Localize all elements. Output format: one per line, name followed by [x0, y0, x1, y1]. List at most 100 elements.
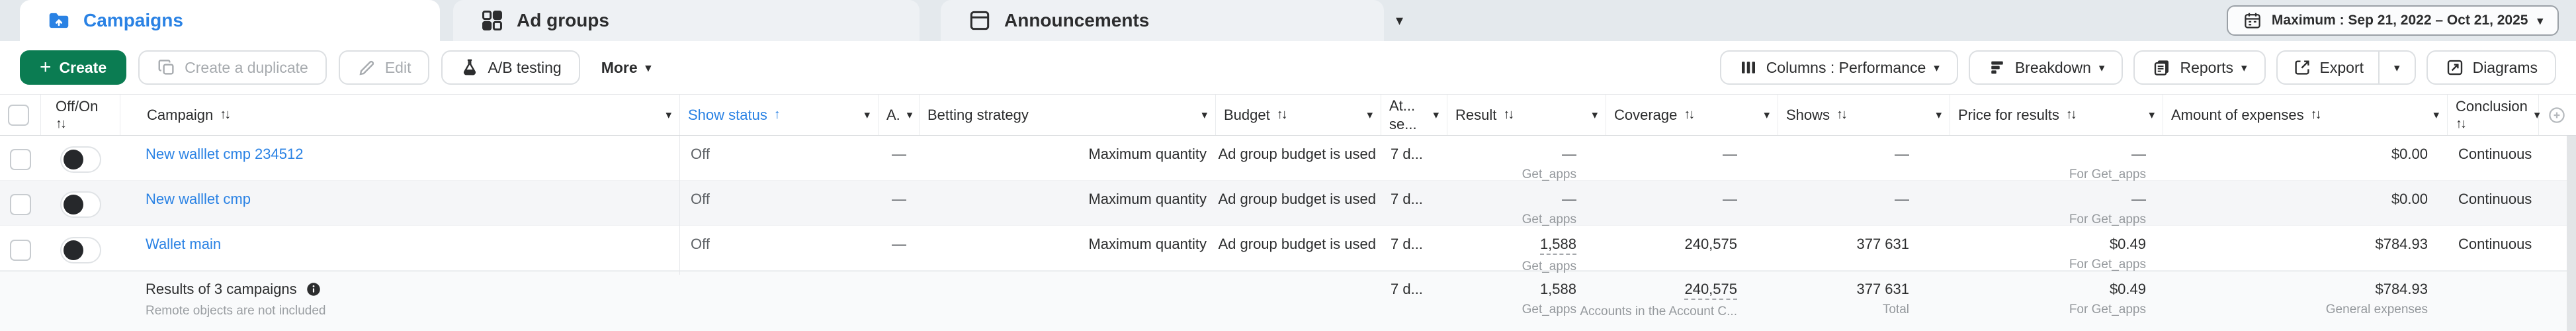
- filter-chevron-down-icon[interactable]: ▾: [1367, 109, 1373, 120]
- toggle-knob: [64, 194, 83, 214]
- column-header-show-status[interactable]: Show status ↑ ▾: [680, 95, 879, 135]
- filter-chevron-down-icon[interactable]: ▾: [907, 109, 913, 120]
- filter-chevron-down-icon[interactable]: ▾: [665, 109, 671, 120]
- column-header-budget[interactable]: Budget ↑↓ ▾: [1216, 95, 1381, 135]
- coverage-value: —: [1723, 191, 1737, 207]
- diagrams-button[interactable]: Diagrams: [2426, 50, 2556, 85]
- reports-button[interactable]: Reports ▾: [2133, 50, 2266, 85]
- column-header-result[interactable]: Result ↑↓ ▾: [1447, 95, 1606, 135]
- row-checkbox[interactable]: [10, 193, 31, 215]
- filter-chevron-down-icon[interactable]: ▾: [2149, 109, 2155, 120]
- coverage-value: —: [1723, 146, 1737, 162]
- filter-chevron-down-icon[interactable]: ▾: [1592, 109, 1598, 120]
- column-header-amount-of-expenses[interactable]: Amount of expenses ↑↓ ▾: [2163, 95, 2448, 135]
- betting-strategy-value: Maximum quantity: [1088, 236, 1207, 252]
- filter-chevron-down-icon[interactable]: ▾: [2433, 109, 2439, 120]
- table-summary-row: Results of 3 campaigns Remote objects ar…: [0, 271, 2576, 331]
- table-tools: Columns : Performance ▾ Breakdown ▾ Repo…: [1719, 50, 2556, 85]
- toolbar: + Create Create a duplicate Edit A/B tes…: [0, 41, 2576, 94]
- tabs-overflow-chevron-down-icon[interactable]: ▾: [1396, 12, 1403, 29]
- total-coverage-value-link[interactable]: 240,575: [1684, 281, 1737, 301]
- column-header-attribution[interactable]: At... se... ▾: [1381, 95, 1447, 135]
- vertical-scrollbar[interactable]: [2567, 136, 2576, 331]
- chevron-down-icon: ▾: [645, 61, 652, 74]
- total-result-value: 1,588: [1539, 281, 1576, 297]
- breakdown-button[interactable]: Breakdown ▾: [1968, 50, 2124, 85]
- filter-chevron-down-icon[interactable]: ▾: [864, 109, 870, 120]
- tab-campaigns[interactable]: Campaigns: [20, 0, 440, 41]
- chevron-down-icon: ▾: [1934, 61, 1940, 74]
- flask-icon: [464, 59, 476, 75]
- summary-title: Results of 3 campaigns: [146, 281, 297, 297]
- create-duplicate-button[interactable]: Create a duplicate: [138, 50, 327, 85]
- coverage-value: 240,575: [1684, 236, 1737, 252]
- campaign-link[interactable]: New walllet cmp 234512: [146, 146, 303, 163]
- tab-announcements-label: Announcements: [1004, 10, 1150, 30]
- column-header-conclusion[interactable]: Conclusion ↑↓ ▾: [2448, 95, 2540, 135]
- toggle-knob: [64, 149, 83, 169]
- campaign-toggle-off[interactable]: [60, 146, 101, 173]
- expenses-sublabel: General expenses: [2325, 303, 2428, 317]
- row-checkbox[interactable]: [10, 148, 31, 170]
- result-sublabel: Get_apps: [1522, 303, 1576, 317]
- row-checkbox[interactable]: [10, 240, 31, 261]
- attribution-value: 7 d...: [1391, 236, 1423, 252]
- column-header-campaign[interactable]: Campaign ↑↓ ▾: [120, 95, 680, 135]
- sort-icon: ↑↓: [1276, 107, 1288, 122]
- tab-ad-groups[interactable]: Ad groups: [453, 0, 920, 41]
- sort-icon: ↑↓: [56, 116, 67, 131]
- tab-announcements[interactable]: Announcements: [941, 0, 1384, 41]
- budget-value: Ad group budget is used: [1218, 191, 1376, 207]
- conclusion-value: Continuous: [2458, 236, 2532, 252]
- column-header-account[interactable]: A. ▾: [879, 95, 920, 135]
- sort-icon: ↑↓: [2456, 116, 2467, 131]
- column-header-betting-strategy[interactable]: Betting strategy ▾: [920, 95, 1216, 135]
- export-split-button: Export ▾: [2276, 50, 2416, 85]
- status-value: Off: [691, 146, 710, 162]
- filter-chevron-down-icon[interactable]: ▾: [1936, 109, 1942, 120]
- campaign-toggle-off[interactable]: [60, 191, 101, 218]
- filter-chevron-down-icon[interactable]: ▾: [1764, 109, 1770, 120]
- column-header-coverage[interactable]: Coverage ↑↓ ▾: [1606, 95, 1778, 135]
- column-header-price-for-results[interactable]: Price for results ↑↓ ▾: [1950, 95, 2163, 135]
- sort-icon: ↑↓: [1503, 107, 1514, 122]
- chevron-down-icon: ▾: [2394, 61, 2400, 74]
- result-value-link[interactable]: 1,588: [1539, 236, 1576, 256]
- more-button[interactable]: More ▾: [591, 50, 661, 85]
- column-header-shows[interactable]: Shows ↑↓ ▾: [1778, 95, 1950, 135]
- pencil-icon: [359, 60, 374, 75]
- table-row: New walllet cmp 234512 Off — Maximum qua…: [0, 136, 2576, 183]
- campaign-link[interactable]: Wallet main: [146, 236, 221, 253]
- attribution-value: 7 d...: [1391, 281, 1423, 297]
- copy-icon: [158, 60, 174, 75]
- table-header-row: Off/On ↑↓ Campaign ↑↓ ▾ Show status ↑ ▾ …: [0, 94, 2576, 136]
- date-range-button[interactable]: Maximum : Sep 21, 2022 – Oct 21, 2025 ▾: [2226, 5, 2559, 36]
- select-all-checkbox[interactable]: [8, 104, 29, 126]
- chevron-down-icon: ▾: [2537, 14, 2543, 27]
- create-button[interactable]: + Create: [20, 50, 127, 85]
- add-column-button[interactable]: [2539, 95, 2576, 135]
- campaign-toggle-off[interactable]: [60, 237, 101, 264]
- conclusion-value: Continuous: [2458, 146, 2532, 162]
- betting-strategy-value: Maximum quantity: [1088, 146, 1207, 162]
- info-icon[interactable]: [305, 281, 322, 298]
- summary-title-line: Results of 3 campaigns: [146, 281, 322, 298]
- export-button[interactable]: Export: [2278, 52, 2378, 83]
- columns-button[interactable]: Columns : Performance ▾: [1719, 50, 1958, 85]
- breakdown-icon: [1991, 61, 2003, 74]
- ab-testing-button[interactable]: A/B testing: [441, 50, 580, 85]
- expenses-value: $0.00: [2391, 191, 2428, 207]
- campaign-link[interactable]: New walllet cmp: [146, 191, 251, 208]
- column-header-off-on[interactable]: Off/On ↑↓: [41, 95, 120, 135]
- export-options-button[interactable]: ▾: [2380, 52, 2415, 83]
- expenses-value: $784.93: [2375, 236, 2428, 252]
- filter-chevron-down-icon[interactable]: ▾: [1433, 109, 1439, 120]
- sort-icon: ↑↓: [1684, 107, 1695, 122]
- budget-value: Ad group budget is used: [1218, 236, 1376, 252]
- filter-chevron-down-icon[interactable]: ▾: [1201, 109, 1207, 120]
- edit-button[interactable]: Edit: [338, 50, 430, 85]
- toggle-knob: [64, 240, 83, 261]
- sort-icon: ↑↓: [1836, 107, 1848, 122]
- account-value: —: [892, 146, 906, 162]
- tab-ad-groups-label: Ad groups: [517, 10, 609, 30]
